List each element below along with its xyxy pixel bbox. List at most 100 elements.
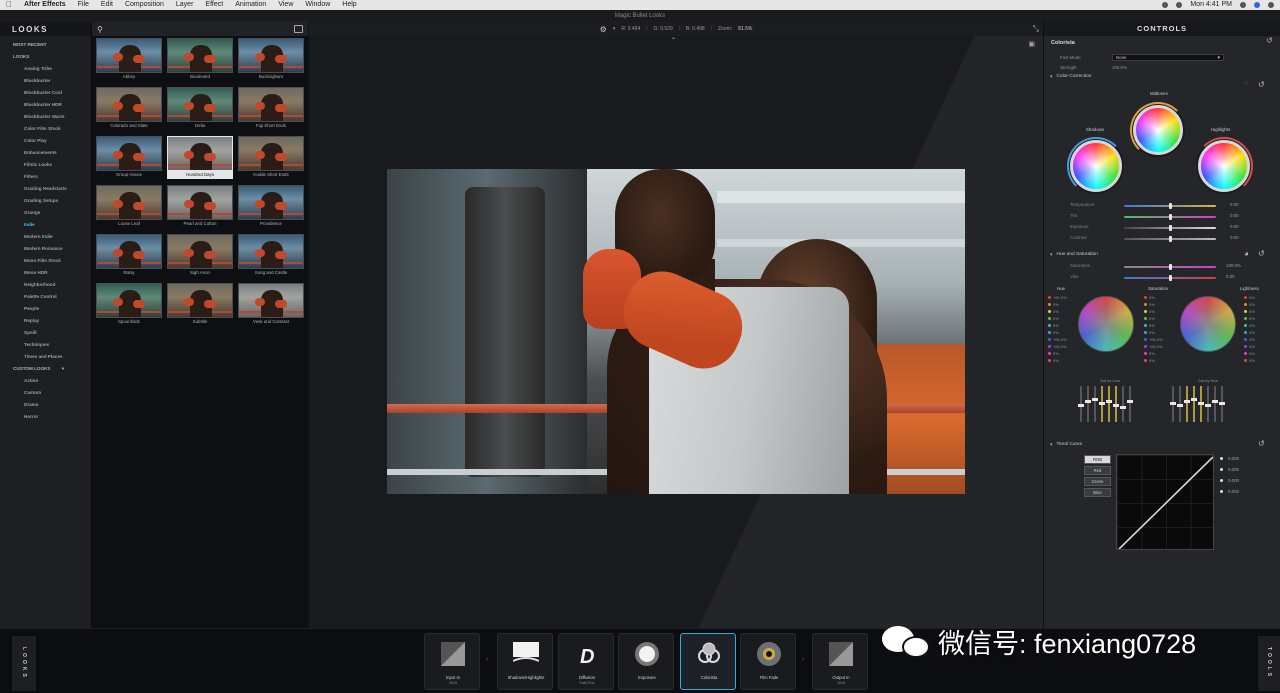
tool-chain-item[interactable]: Input In 2019 — [424, 633, 480, 690]
looks-category-item[interactable]: Grading Setups — [0, 195, 91, 207]
menu-view[interactable]: View — [278, 0, 293, 10]
notification-icon[interactable] — [1268, 2, 1274, 8]
look-thumbnail[interactable]: Providence — [238, 185, 304, 228]
tonal-curve-header[interactable]: ▾ Tonal Curve — [1044, 440, 1280, 450]
look-thumbnail[interactable]: Boulevard — [167, 38, 233, 81]
channel-value[interactable]: +60.0% — [1144, 343, 1163, 350]
sat-by-hue-bar[interactable] — [1184, 386, 1190, 422]
strength-value[interactable]: 100.0% — [1112, 65, 1127, 70]
looks-category-item[interactable]: Analog Tribe — [0, 63, 91, 75]
looks-category-item[interactable]: Grading Headstarts — [0, 183, 91, 195]
menu-clock[interactable]: Mon 4:41 PM — [1190, 0, 1232, 10]
chevron-right-icon[interactable]: › — [802, 656, 804, 663]
bar-knob[interactable] — [1099, 402, 1105, 405]
siri-icon[interactable] — [1254, 2, 1260, 8]
look-thumbnail[interactable]: Delia — [167, 87, 233, 130]
look-thumbnail[interactable]: Loose Leaf — [96, 185, 162, 228]
tool-chain-item[interactable]: Film Fade — [740, 633, 796, 690]
channel-value[interactable]: 0% — [1144, 322, 1163, 329]
shadows-color-wheel[interactable] — [1067, 137, 1125, 195]
looks-category-item[interactable]: Neighborhood — [0, 279, 91, 291]
bar-knob[interactable] — [1177, 404, 1183, 407]
slider-knob[interactable] — [1169, 236, 1172, 242]
adjust-slider[interactable] — [1124, 225, 1216, 231]
tool-chain-item[interactable]: Colorista — [680, 633, 736, 690]
channel-value[interactable]: 0% — [1048, 329, 1067, 336]
looks-category-item[interactable]: Filters — [0, 171, 91, 183]
slider-knob[interactable] — [1169, 264, 1172, 270]
slider-knob[interactable] — [1169, 214, 1172, 220]
slider-value[interactable]: 0.00 — [1230, 224, 1239, 229]
channel-value[interactable]: 0% — [1244, 357, 1255, 364]
channel-value[interactable]: 0% — [1144, 308, 1163, 315]
channel-value[interactable]: 0% — [1048, 350, 1067, 357]
curve-value[interactable]: 0.000 — [1220, 456, 1239, 461]
looks-category-item[interactable]: Drama — [0, 399, 91, 411]
sat-by-lum-bar[interactable] — [1120, 386, 1126, 422]
looks-category-item[interactable]: Horror — [0, 411, 91, 423]
curve-channel-button[interactable]: Green — [1084, 477, 1111, 486]
sat-by-lum-bar[interactable] — [1078, 386, 1084, 422]
bar-knob[interactable] — [1212, 400, 1218, 403]
menu-layer[interactable]: Layer — [176, 0, 194, 10]
channel-value[interactable]: 0% — [1244, 336, 1255, 343]
sat-by-hue-bar[interactable] — [1212, 386, 1218, 422]
slider-knob[interactable] — [1169, 203, 1172, 209]
expand-icon[interactable]: ⤡ — [1033, 24, 1039, 34]
sat-by-hue-bar[interactable] — [1219, 386, 1225, 422]
curve-channel-button[interactable]: Blue — [1084, 488, 1111, 497]
look-thumbnail[interactable]: Vesk and Contrast — [238, 283, 304, 326]
chevron-down-icon[interactable]: ▾ — [60, 366, 64, 371]
adjust-slider[interactable] — [1124, 275, 1216, 281]
channel-value[interactable]: 0% — [1244, 294, 1255, 301]
reset-icon[interactable]: ↺ — [1258, 80, 1265, 89]
tools-side-tab[interactable]: TOOLS — [1258, 636, 1280, 691]
bar-knob[interactable] — [1219, 402, 1225, 405]
looks-category-item[interactable]: Color Play — [0, 135, 91, 147]
channel-value[interactable]: 0% — [1244, 322, 1255, 329]
looks-category-item[interactable]: Techniques — [0, 339, 91, 351]
slider-knob[interactable] — [1169, 275, 1172, 281]
search-icon[interactable] — [1240, 2, 1246, 8]
looks-category-item[interactable]: Color Film Stock — [0, 123, 91, 135]
bar-knob[interactable] — [1184, 400, 1190, 403]
channel-value[interactable]: 0% — [1144, 350, 1163, 357]
channel-value[interactable]: 0% — [1244, 308, 1255, 315]
channel-value[interactable]: 0% — [1048, 308, 1067, 315]
settings-icon[interactable]: ◕ — [1244, 249, 1249, 258]
curve-channel-button[interactable]: Red — [1084, 466, 1111, 475]
sat-by-lum-bar[interactable] — [1106, 386, 1112, 422]
menu-app-name[interactable]: After Effects — [24, 0, 66, 10]
search-icon[interactable]: ⚲ — [97, 25, 103, 34]
looks-category-item[interactable]: Modern Indie — [0, 231, 91, 243]
channel-value[interactable]: 0% — [1144, 294, 1163, 301]
bar-knob[interactable] — [1092, 398, 1098, 401]
collapse-chevron-icon[interactable]: ⌄ — [671, 34, 676, 41]
bar-knob[interactable] — [1198, 402, 1204, 405]
looks-category-item[interactable]: Times and Places — [0, 351, 91, 363]
look-thumbnail[interactable]: Song and Castle — [238, 234, 304, 277]
looks-category-item[interactable]: Mono HDR — [0, 267, 91, 279]
bar-knob[interactable] — [1113, 404, 1119, 407]
channel-value[interactable]: 0% — [1244, 329, 1255, 336]
slider-value[interactable]: 0.00 — [1230, 235, 1239, 240]
bar-knob[interactable] — [1120, 406, 1126, 409]
curve-value[interactable]: 0.000 — [1220, 478, 1239, 483]
channel-value[interactable]: 0% — [1244, 315, 1255, 322]
sat-by-hue-bar[interactable] — [1177, 386, 1183, 422]
menu-animation[interactable]: Animation — [235, 0, 266, 10]
bar-knob[interactable] — [1205, 404, 1211, 407]
looks-category-item[interactable]: Blockbuster — [0, 75, 91, 87]
menu-window[interactable]: Window — [305, 0, 330, 10]
sat-by-hue-bar[interactable] — [1205, 386, 1211, 422]
channel-value[interactable]: 0% — [1048, 301, 1067, 308]
look-thumbnail[interactable]: Fuji Short Ends — [238, 87, 304, 130]
channel-value[interactable]: 0% — [1144, 357, 1163, 364]
zoom-value[interactable]: 81.5% — [738, 26, 752, 32]
tool-chain-item[interactable]: Output In 2019 — [812, 633, 868, 690]
looks-category-item[interactable]: Palette Control — [0, 291, 91, 303]
wifi-icon[interactable] — [1176, 2, 1183, 8]
bar-knob[interactable] — [1078, 404, 1084, 407]
reset-icon[interactable]: ↺ — [1258, 439, 1265, 448]
channel-value[interactable]: +87.0% — [1048, 294, 1067, 301]
